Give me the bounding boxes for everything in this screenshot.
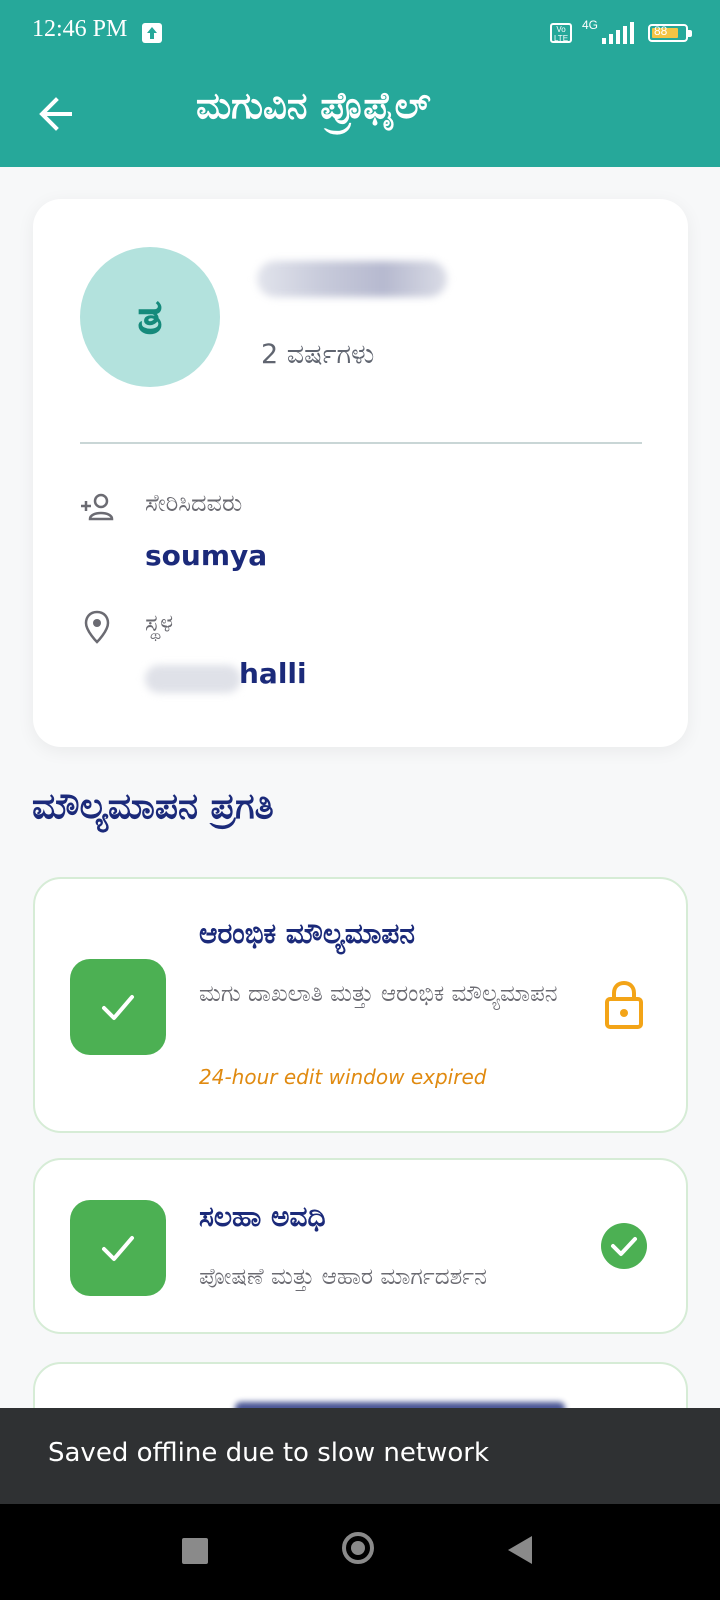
battery-level: 88 [654,24,668,38]
step-complete-badge [70,1200,166,1296]
step-description: ಪೋಷಣೆ ಮತ್ತು ಆಹಾರ ಮಾರ್ಗದರ್ಶನ [199,1264,487,1290]
step-card-initial-assessment[interactable]: ಆರಂಭಿಕ ಮೌಲ್ಯಮಾಪನ ಮಗು ದಾಖಲಾತಿ ಮತ್ತು ಆರಂಭಿ… [33,877,688,1133]
system-back-button[interactable] [508,1536,532,1564]
status-indicators: Vo LTE 4G 88 [550,18,692,48]
volte-icon: Vo LTE [550,23,572,43]
location-pin-icon [84,610,110,644]
lock-icon [605,980,643,1029]
status-time: 12:46 PM [32,16,128,42]
location-blur [145,665,241,693]
upload-notification-icon [142,23,162,43]
page-title: ಮಗುವಿನ ಪ್ರೊಫೈಲ್ [196,84,431,127]
added-by-value: soumya [145,539,268,572]
step-warning-note: 24-hour edit window expired [199,1065,487,1089]
arrow-left-icon [39,97,72,131]
location-value: halli [239,657,307,690]
network-type: 4G [582,18,599,32]
avatar: ತ [80,247,220,387]
snackbar: Saved offline due to slow network [0,1408,720,1504]
person-add-icon [81,493,114,521]
recents-button[interactable] [182,1538,208,1564]
check-icon [102,1236,134,1261]
signal-icon: 4G [582,18,638,46]
step-title: ಆರಂಭಿಕ ಮೌಲ್ಯಮಾಪನ [199,917,415,950]
profile-card: ತ 2 ವರ್ಷಗಳು ಸೇರಿಸಿದವರು soumya ಸ್ಥಳ halli [33,199,688,747]
child-age: 2 ವರ್ಷಗಳು [261,339,375,370]
status-bar: 12:46 PM Vo LTE 4G 88 [0,0,720,64]
section-title: ಮೌಲ್ಯಮಾಪನ ಪ್ರಗತಿ [32,786,274,827]
step-description: ಮಗು ದಾಖಲಾತಿ ಮತ್ತು ಆರಂಭಿಕ ಮೌಲ್ಯಮಾಪನ [199,981,558,1007]
added-by-label: ಸೇರಿಸಿದವರು [145,489,243,517]
divider [80,442,642,444]
location-label: ಸ್ಥಳ [145,609,174,637]
home-button[interactable] [342,1532,374,1564]
step-card-counseling-session[interactable]: ಸಲಹಾ ಅವಧಿ ಪೋಷಣೆ ಮತ್ತು ಆಹಾರ ಮಾರ್ಗದರ್ಶನ [33,1158,688,1334]
child-name-blurred [257,261,447,297]
step-complete-badge [70,959,166,1055]
step-title: ಸಲಹಾ ಅವಧಿ [199,1200,326,1233]
app-bar: ಮಗುವಿನ ಪ್ರೊಫೈಲ್ [0,64,720,167]
system-nav-bar [0,1504,720,1600]
snackbar-message: Saved offline due to slow network [48,1438,489,1468]
check-icon [102,995,134,1020]
battery-icon: 88 [648,24,692,42]
back-button[interactable] [30,88,82,140]
check-circle-icon [601,1223,647,1269]
